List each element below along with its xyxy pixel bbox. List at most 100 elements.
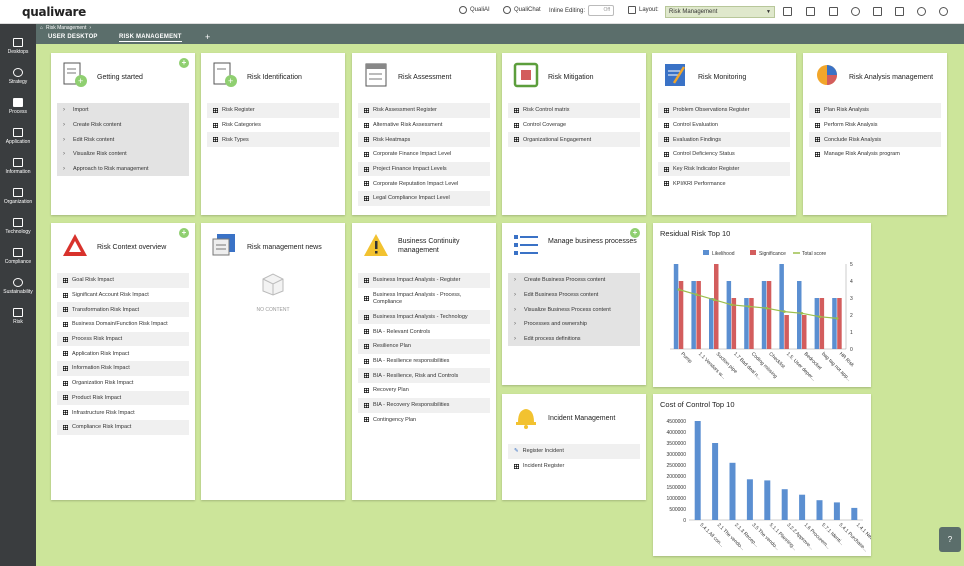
- list-item[interactable]: › Edit process definitions: [508, 331, 640, 347]
- qualiware-logo[interactable]: qualiware: [22, 5, 86, 19]
- list-item[interactable]: Organization Risk Impact: [57, 376, 189, 391]
- list-item[interactable]: Plan Risk Analysis: [809, 103, 941, 118]
- sidebar-item-sustainability[interactable]: Sustainability: [0, 278, 36, 295]
- breadcrumb-item[interactable]: Risk Management: [46, 25, 86, 31]
- list-item[interactable]: Transformation Risk Impact: [57, 302, 189, 318]
- list-item[interactable]: Risk Categories: [207, 118, 339, 133]
- list-item[interactable]: Conclude Risk Analysis: [809, 132, 941, 148]
- home-icon[interactable]: ⌂: [40, 25, 43, 31]
- list-item[interactable]: › Visualize Business Process content: [508, 302, 640, 318]
- add-icon[interactable]: +: [179, 228, 189, 238]
- copy-icon[interactable]: [783, 7, 792, 16]
- inline-editing-toggle[interactable]: Off: [588, 5, 615, 16]
- list-item[interactable]: Contingency Plan: [358, 413, 490, 428]
- list-item[interactable]: Significant Account Risk Impact: [57, 288, 189, 303]
- sidebar-item-desktops[interactable]: Desktops: [0, 38, 36, 55]
- item-label: Processes and ownership: [524, 321, 587, 328]
- sidebar-item-process[interactable]: Process: [0, 98, 36, 115]
- list-item[interactable]: Risk Types: [207, 132, 339, 148]
- list-item[interactable]: BIA - Resilience responsibilities: [358, 354, 490, 369]
- list-item[interactable]: Control Evaluation: [658, 118, 790, 133]
- list-item[interactable]: Perform Risk Analysis: [809, 118, 941, 133]
- quali-ai-label: QualiAI: [470, 7, 490, 13]
- list-item[interactable]: › Create Business Process content: [508, 273, 640, 288]
- quali-chat-button[interactable]: QualiChat: [503, 6, 541, 14]
- list-item[interactable]: Risk Heatmaps: [358, 132, 490, 148]
- list-item[interactable]: Key Risk Indicator Register: [658, 161, 790, 177]
- sidebar-item-technology[interactable]: Technology: [0, 218, 36, 235]
- list-item[interactable]: › Visualize Risk content: [57, 147, 189, 162]
- list-item[interactable]: Recovery Plan: [358, 383, 490, 398]
- list-item[interactable]: BIA - Recovery Responsibilities: [358, 397, 490, 413]
- list-item[interactable]: Application Risk Impact: [57, 346, 189, 361]
- search-icon[interactable]: [917, 7, 926, 16]
- add-icon[interactable]: +: [630, 228, 640, 238]
- tab-risk-management[interactable]: RISK MANAGEMENT: [119, 34, 182, 42]
- svg-text:+: +: [228, 76, 233, 86]
- list-item[interactable]: Risk Register: [207, 103, 339, 118]
- list-item[interactable]: Project Finance Impact Levels: [358, 161, 490, 177]
- list-item[interactable]: Control Deficiency Status: [658, 147, 790, 162]
- item-label: Control Deficiency Status: [673, 151, 735, 158]
- list-item[interactable]: Incident Register: [508, 459, 640, 474]
- list-item[interactable]: Evaluation Findings: [658, 132, 790, 148]
- list-item[interactable]: Business Domain/Function Risk Impact: [57, 317, 189, 332]
- list-item[interactable]: Corporate Finance Impact Level: [358, 147, 490, 162]
- list-item[interactable]: Risk Assessment Register: [358, 103, 490, 118]
- list-item[interactable]: Resilience Plan: [358, 339, 490, 354]
- star-icon[interactable]: [851, 7, 860, 16]
- list-item[interactable]: › Import: [57, 103, 189, 118]
- list-item[interactable]: Alternative Risk Assessment: [358, 118, 490, 133]
- y-tick-label: 4: [850, 279, 853, 285]
- warning-triangle-icon: [63, 234, 87, 256]
- list-item[interactable]: Control Coverage: [508, 118, 640, 133]
- sidebar-item-application[interactable]: Application: [0, 128, 36, 145]
- list-item[interactable]: Compliance Risk Impact: [57, 419, 189, 435]
- list-item[interactable]: Corporate Reputation Impact Level: [358, 176, 490, 191]
- list-item[interactable]: Information Risk Impact: [57, 361, 189, 376]
- list-item[interactable]: Risk Control matrix: [508, 103, 640, 118]
- list-item[interactable]: Product Risk Impact: [57, 390, 189, 406]
- list-item[interactable]: Business Impact Analysis - Technology: [358, 309, 490, 325]
- list-item[interactable]: › Approach to Risk management: [57, 161, 189, 177]
- list-item[interactable]: Business Impact Analysis - Process, Comp…: [358, 288, 490, 310]
- list-item[interactable]: › Edit Risk content: [57, 132, 189, 148]
- list-item[interactable]: BIA - Resilience, Risk and Controls: [358, 368, 490, 384]
- list-item[interactable]: ✎ Register Incident: [508, 444, 640, 459]
- duplicate-icon[interactable]: [895, 7, 904, 16]
- quali-ai-button[interactable]: QualiAI: [459, 6, 490, 14]
- layout-select[interactable]: Risk Management ▼: [665, 6, 775, 18]
- list-item[interactable]: BIA - Relevant Controls: [358, 324, 490, 339]
- list-item[interactable]: KPI/KRI Performance: [658, 176, 790, 191]
- item-label: Key Risk Indicator Register: [673, 166, 740, 173]
- sidebar-item-information[interactable]: Information: [0, 158, 36, 175]
- sidebar-item-compliance[interactable]: Compliance: [0, 248, 36, 265]
- line-point: [677, 288, 681, 291]
- list-item[interactable]: Infrastructure Risk Impact: [57, 405, 189, 420]
- help-button[interactable]: ?: [939, 527, 961, 552]
- sidebar-item-risk[interactable]: Risk: [0, 308, 36, 325]
- comment-icon[interactable]: [829, 7, 838, 16]
- add-icon[interactable]: +: [179, 58, 189, 68]
- list-item[interactable]: Legal Compliance Impact Level: [358, 191, 490, 206]
- grid-icon: [815, 137, 820, 143]
- tab-user-desktop[interactable]: USER DESKTOP: [48, 34, 98, 40]
- list-item[interactable]: Manage Risk Analysis program: [809, 147, 941, 162]
- list-item[interactable]: › Edit Business Process content: [508, 287, 640, 303]
- list-item[interactable]: Business Impact Analysis - Register: [358, 273, 490, 288]
- sidebar-item-strategy[interactable]: Strategy: [0, 68, 36, 85]
- video-icon[interactable]: [806, 7, 815, 16]
- list-item[interactable]: Process Risk Impact: [57, 331, 189, 347]
- columns-icon[interactable]: [873, 7, 882, 16]
- add-tab-button[interactable]: +: [205, 32, 210, 42]
- list-item[interactable]: › Processes and ownership: [508, 317, 640, 332]
- sidebar-item-organization[interactable]: Organization: [0, 188, 36, 205]
- list-item[interactable]: Goal Risk Impact: [57, 273, 189, 288]
- inline-editing: Inline Editing: Off: [549, 5, 615, 16]
- user-icon[interactable]: [939, 7, 948, 16]
- card-risk-mitigation: Risk Mitigation Risk Control matrix Cont…: [502, 53, 646, 215]
- process-icon: [13, 98, 23, 107]
- list-item[interactable]: Organizational Engagement: [508, 132, 640, 148]
- list-item[interactable]: › Create Risk content: [57, 117, 189, 133]
- list-item[interactable]: Problem Observations Register: [658, 103, 790, 118]
